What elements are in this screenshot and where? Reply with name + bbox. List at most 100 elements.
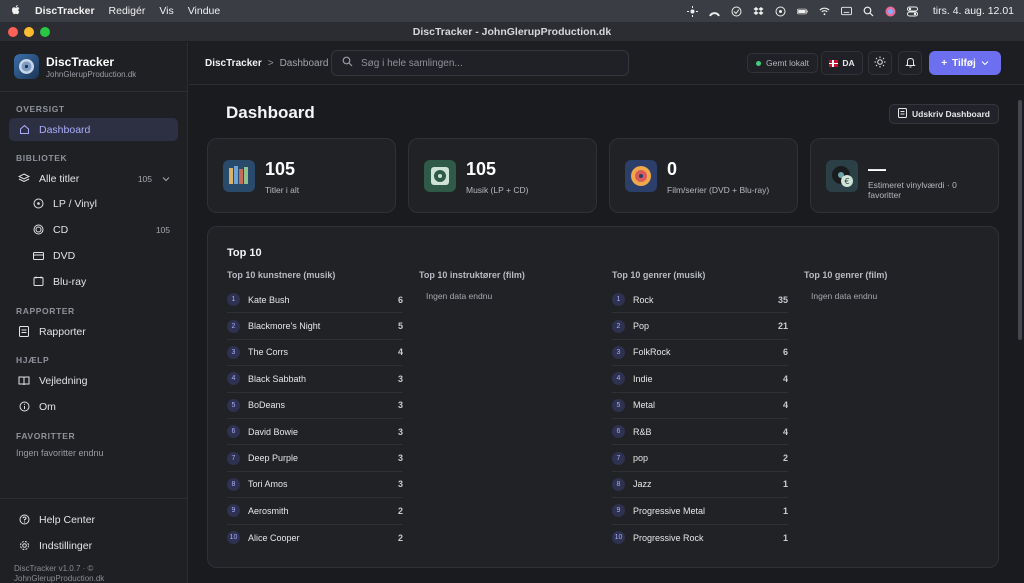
print-button-label: Udskriv Dashboard xyxy=(912,109,990,119)
window-controls xyxy=(8,27,50,37)
list-item[interactable]: 5 Metal 4 xyxy=(612,393,788,419)
sidebar-item-guide[interactable]: Vejledning xyxy=(9,369,178,392)
copyright-line: JohnGlerupProduction.dk xyxy=(14,574,105,583)
stat-value: — xyxy=(868,159,886,179)
list-item[interactable]: 8 Tori Amos 3 xyxy=(227,472,403,499)
sidebar-item-about[interactable]: Om xyxy=(9,395,178,418)
sun-icon xyxy=(874,56,886,71)
battery-icon[interactable] xyxy=(796,6,808,17)
keyboard-icon[interactable] xyxy=(840,6,852,17)
theme-toggle-button[interactable] xyxy=(868,51,892,75)
sidebar-item-label: Vejledning xyxy=(39,374,88,387)
rank-badge: 8 xyxy=(612,477,625,491)
apple-icon[interactable] xyxy=(10,4,21,19)
chevron-down-icon xyxy=(981,58,989,69)
sidebar-item-label: CD xyxy=(53,223,69,236)
sync-status-icon[interactable] xyxy=(731,6,742,17)
main-content: Dashboard Udskriv Dashboard 105 Titler i… xyxy=(189,86,1015,583)
top10-artists-title: Top 10 kunstnere (musik) xyxy=(227,270,336,280)
plus-icon: + xyxy=(941,57,948,69)
list-item[interactable]: 1 Rock 35 xyxy=(612,287,788,314)
menubar-clock[interactable]: tirs. 4. aug. 12.01 xyxy=(933,5,1014,17)
list-item[interactable]: 5 BoDeans 3 xyxy=(227,393,403,419)
top10-title: Top 10 xyxy=(227,247,262,259)
top10-directors: Top 10 instruktører (film) Ingen data en… xyxy=(419,270,595,301)
chevron-down-icon[interactable] xyxy=(162,174,170,184)
all-titles-count: 105 xyxy=(137,173,152,184)
list-item[interactable]: 4 Black Sabbath 3 xyxy=(227,366,403,393)
stat-card-total[interactable]: 105 Titler i alt xyxy=(207,138,396,213)
sidebar-item-dvd[interactable]: DVD xyxy=(23,244,178,267)
stat-card-film[interactable]: 0 Film/serier (DVD + Blu-ray) xyxy=(609,138,798,213)
list-item[interactable]: 7 Deep Purple 3 xyxy=(227,445,403,472)
list-item-count: 5 xyxy=(397,321,403,332)
saved-status-badge: Gemt lokalt xyxy=(747,53,818,73)
control-center-icon[interactable] xyxy=(906,6,918,17)
sun-status-icon[interactable] xyxy=(686,5,698,17)
status-dot xyxy=(756,60,761,66)
sidebar-item-blu-ray[interactable]: Blu-ray xyxy=(23,270,178,293)
main-scrollbar[interactable] xyxy=(1018,100,1022,340)
menu-window[interactable]: Vindue xyxy=(188,5,221,17)
rank-badge: 10 xyxy=(612,531,625,545)
breadcrumb-root[interactable]: DiscTracker xyxy=(205,58,262,69)
notifications-button[interactable] xyxy=(898,51,922,75)
brand[interactable]: DiscTracker JohnGlerupProduction.dk xyxy=(0,42,187,92)
sidebar-item-reports[interactable]: Rapporter xyxy=(9,320,178,343)
dropbox-icon[interactable] xyxy=(753,6,764,17)
arc-status-icon[interactable] xyxy=(708,6,720,17)
search-icon xyxy=(342,56,353,70)
list-item[interactable]: 3 The Corrs 4 xyxy=(227,340,403,367)
list-item[interactable]: 9 Progressive Metal 1 xyxy=(612,498,788,525)
minimize-window-button[interactable] xyxy=(24,27,34,37)
list-item-count: 3 xyxy=(397,426,403,437)
music-status-icon[interactable] xyxy=(775,6,786,17)
breadcrumb-separator: > xyxy=(267,57,274,69)
list-item[interactable]: 9 Aerosmith 2 xyxy=(227,498,403,525)
list-item[interactable]: 10 Progressive Rock 1 xyxy=(612,525,788,551)
print-dashboard-button[interactable]: Udskriv Dashboard xyxy=(889,104,999,124)
zoom-window-button[interactable] xyxy=(40,27,50,37)
artists-list: 1 Kate Bush 6 2 Blackmore's Night 5 3 The Corrs… xyxy=(227,287,403,551)
sidebar-item-lp-vinyl[interactable]: LP / Vinyl xyxy=(23,192,178,215)
wifi-icon[interactable] xyxy=(819,6,830,17)
stat-card-music[interactable]: 105 Musik (LP + CD) xyxy=(408,138,597,213)
report-icon xyxy=(17,326,31,337)
close-window-button[interactable] xyxy=(8,27,18,37)
list-item[interactable]: 1 Kate Bush 6 xyxy=(227,287,403,314)
sidebar-item-help-center[interactable]: Help Center xyxy=(9,508,178,531)
list-item[interactable]: 6 R&B 4 xyxy=(612,419,788,446)
menu-edit[interactable]: Redigér xyxy=(109,5,146,17)
sidebar-item-settings[interactable]: Indstillinger xyxy=(9,534,178,557)
sidebar-item-label: Blu-ray xyxy=(53,275,87,288)
list-item[interactable]: 2 Pop 21 xyxy=(612,313,788,340)
version-footer: DiscTracker v1.0.7 · © JohnGlerupProduct… xyxy=(14,564,104,583)
sidebar-item-label: Alle titler xyxy=(39,172,80,185)
search-box[interactable] xyxy=(331,50,629,76)
stat-label: Estimeret vinylværdi · 0 favoritter xyxy=(868,180,957,200)
list-item[interactable]: 4 Indie 4 xyxy=(612,366,788,393)
section-label-library: BIBLIOTEK xyxy=(16,153,68,163)
menu-app-name[interactable]: DiscTracker xyxy=(35,5,95,17)
list-item-name: Rock xyxy=(633,294,654,305)
list-item[interactable]: 8 Jazz 1 xyxy=(612,472,788,499)
list-item[interactable]: 10 Alice Cooper 2 xyxy=(227,525,403,551)
list-item[interactable]: 2 Blackmore's Night 5 xyxy=(227,313,403,340)
menu-view[interactable]: Vis xyxy=(159,5,173,17)
search-input[interactable] xyxy=(361,57,611,69)
stat-card-vinyl-value[interactable]: € — Estimeret vinylværdi · 0 favoritter xyxy=(810,138,999,213)
list-item-name: Indie xyxy=(633,373,653,384)
list-item[interactable]: 3 FolkRock 6 xyxy=(612,340,788,367)
sidebar-item-cd[interactable]: CD 105 xyxy=(23,218,178,241)
list-item[interactable]: 6 David Bowie 3 xyxy=(227,419,403,446)
add-button[interactable]: + Tilføj xyxy=(929,51,1001,75)
sidebar-item-dashboard[interactable]: Dashboard xyxy=(9,118,178,141)
list-item-name: Jazz xyxy=(633,479,652,490)
language-button[interactable]: DA xyxy=(821,51,863,75)
rank-badge: 7 xyxy=(612,451,625,465)
list-item[interactable]: 7 pop 2 xyxy=(612,445,788,472)
sidebar-item-all-titles[interactable]: Alle titler 105 xyxy=(9,167,178,190)
siri-icon[interactable] xyxy=(885,6,896,17)
search-menu-icon[interactable] xyxy=(863,6,874,17)
list-item-name: R&B xyxy=(633,426,652,437)
